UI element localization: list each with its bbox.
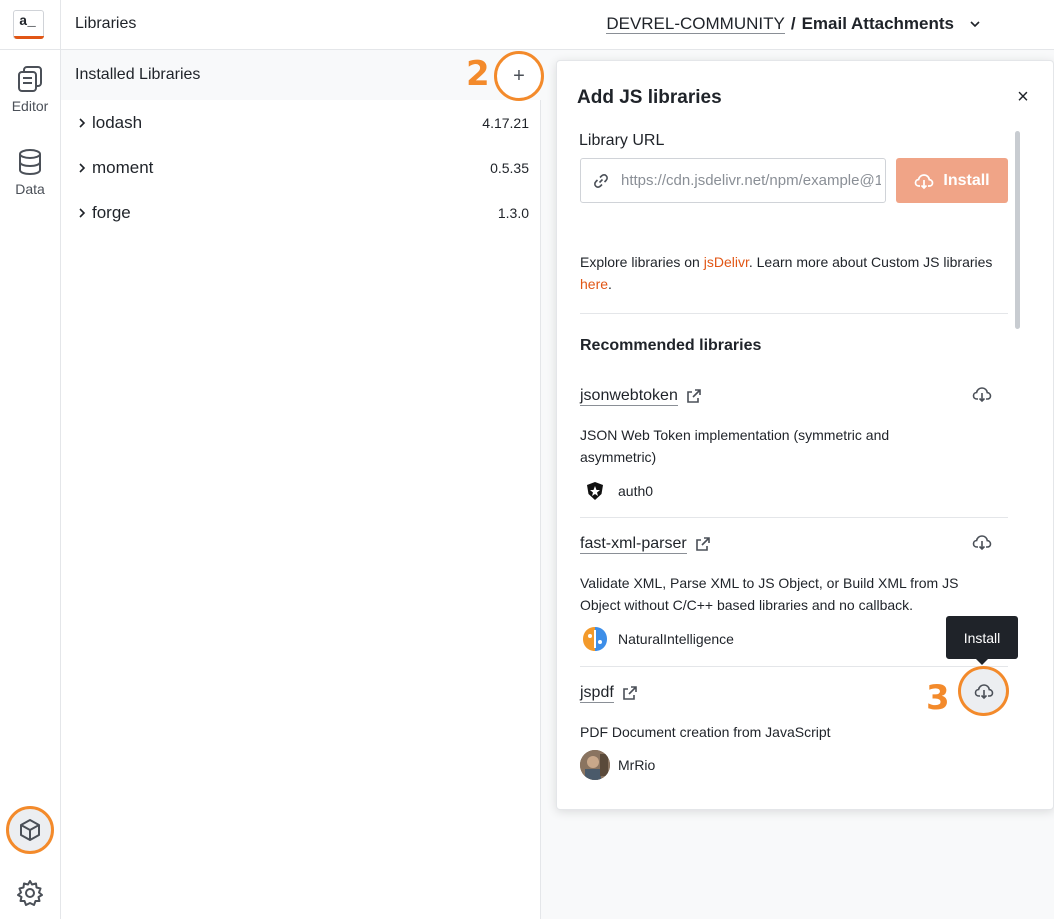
dialog-title: Add JS libraries: [577, 87, 722, 108]
jsdelivr-link[interactable]: jsDelivr: [704, 254, 749, 270]
top-bar: a_ Libraries DEVREL-COMMUNITY / Email At…: [0, 0, 1054, 50]
external-link-icon: [695, 537, 710, 551]
install-button-label: Install: [943, 171, 990, 189]
download-button[interactable]: [971, 531, 993, 553]
cloud-download-icon: [972, 387, 992, 403]
library-name: forge: [92, 203, 131, 222]
library-version: 0.5.35: [490, 160, 529, 176]
libraries-pane: Installed Libraries lodash 4.17.21 momen…: [61, 50, 541, 919]
step-marker-2: 2: [466, 54, 490, 94]
library-name: lodash: [92, 113, 143, 132]
database-icon: [19, 149, 41, 176]
app-logo[interactable]: a_: [13, 10, 44, 39]
divider: [580, 666, 1008, 667]
close-icon[interactable]: ×: [1012, 87, 1034, 109]
explore-post: .: [608, 276, 612, 292]
workspace-name[interactable]: DEVREL-COMMUNITY: [606, 14, 785, 34]
author-name: NaturalIntelligence: [618, 631, 734, 647]
recommended-library-description: Validate XML, Parse XML to JS Object, or…: [580, 575, 959, 613]
installed-libraries-title: Installed Libraries: [75, 66, 201, 83]
scrollbar-thumb[interactable]: [1015, 131, 1020, 329]
settings-button[interactable]: [13, 876, 47, 910]
library-row[interactable]: forge 1.3.0: [61, 191, 541, 235]
docs-here-link[interactable]: here: [580, 276, 608, 292]
download-button[interactable]: [971, 383, 993, 405]
recommended-library-name: fast-xml-parser: [580, 535, 687, 554]
rail-label-editor: Editor: [11, 98, 49, 114]
section-title: Libraries: [75, 15, 137, 32]
rail-item-data[interactable]: Data: [0, 147, 60, 197]
breadcrumb-separator: /: [790, 14, 796, 33]
divider: [580, 517, 1008, 518]
explore-mid: . Learn more about Custom JS libraries: [748, 254, 993, 270]
recommended-library-description: JSON Web Token implementation (symmetric…: [580, 427, 890, 465]
gear-icon: [17, 880, 43, 906]
chevron-right-icon: [79, 118, 86, 128]
step-marker-3: 3: [926, 678, 950, 718]
avatar: [580, 750, 610, 780]
library-row[interactable]: lodash 4.17.21: [61, 101, 541, 145]
library-name: moment: [92, 158, 154, 177]
app-root: a_ Libraries DEVREL-COMMUNITY / Email At…: [0, 0, 1054, 919]
chevron-right-icon: [79, 208, 86, 218]
library-author: MrRio: [580, 750, 655, 780]
pages-icon: [18, 66, 42, 92]
cloud-download-icon: [972, 535, 992, 551]
add-library-button[interactable]: +: [494, 51, 544, 101]
library-author: auth0: [580, 476, 653, 506]
recommended-libraries-title: Recommended libraries: [580, 337, 762, 354]
breadcrumb[interactable]: DEVREL-COMMUNITY / Email Attachments: [606, 14, 982, 34]
install-tooltip: Install: [946, 616, 1018, 665]
chevron-right-icon: [79, 163, 86, 173]
library-version: 4.17.21: [482, 115, 529, 131]
recommended-library-name: jsonwebtoken: [580, 387, 678, 406]
library-row[interactable]: moment 0.5.35: [61, 146, 541, 190]
install-button[interactable]: Install: [896, 158, 1008, 203]
author-name: auth0: [618, 483, 654, 499]
recommended-library-link[interactable]: jspdf: [580, 683, 638, 703]
library-url-input[interactable]: [621, 172, 881, 189]
explore-pre: Explore libraries on: [580, 254, 704, 270]
library-version: 1.3.0: [497, 205, 529, 221]
external-link-icon: [622, 686, 637, 700]
library-url-field[interactable]: [580, 158, 886, 203]
link-icon: [594, 173, 608, 188]
recommended-library-item: fast-xml-parser Validate XML, Parse XML …: [580, 534, 1008, 654]
explore-text: Explore libraries on jsDelivr. Learn mor…: [580, 251, 1000, 295]
jspdf-download-button[interactable]: [958, 666, 1009, 716]
auth0-logo-icon: [580, 476, 610, 506]
cloud-download-icon: [915, 173, 934, 189]
cube-icon: [20, 819, 40, 841]
author-name: MrRio: [618, 757, 656, 773]
cloud-download-icon: [974, 684, 993, 700]
brain-logo-icon: [580, 624, 610, 654]
recommended-library-link[interactable]: fast-xml-parser: [580, 534, 711, 554]
application-name[interactable]: Email Attachments: [802, 14, 954, 34]
recommended-library-link[interactable]: jsonwebtoken: [580, 386, 702, 406]
divider: [580, 313, 1008, 314]
libraries-button[interactable]: [6, 806, 54, 854]
library-url-label: Library URL: [579, 132, 665, 149]
external-link-icon: [687, 389, 701, 403]
chevron-down-icon[interactable]: [968, 17, 982, 31]
recommended-library-name: jspdf: [580, 684, 614, 703]
library-author: NaturalIntelligence: [580, 624, 734, 654]
recommended-library-item: jsonwebtoken JSON Web Token implementati…: [580, 386, 1008, 506]
recommended-library-description: PDF Document creation from JavaScript: [580, 724, 831, 740]
left-rail: Editor Data: [0, 50, 61, 919]
logo-cell: a_: [0, 0, 61, 50]
rail-item-editor[interactable]: Editor: [0, 64, 60, 114]
rail-label-data: Data: [15, 181, 45, 197]
